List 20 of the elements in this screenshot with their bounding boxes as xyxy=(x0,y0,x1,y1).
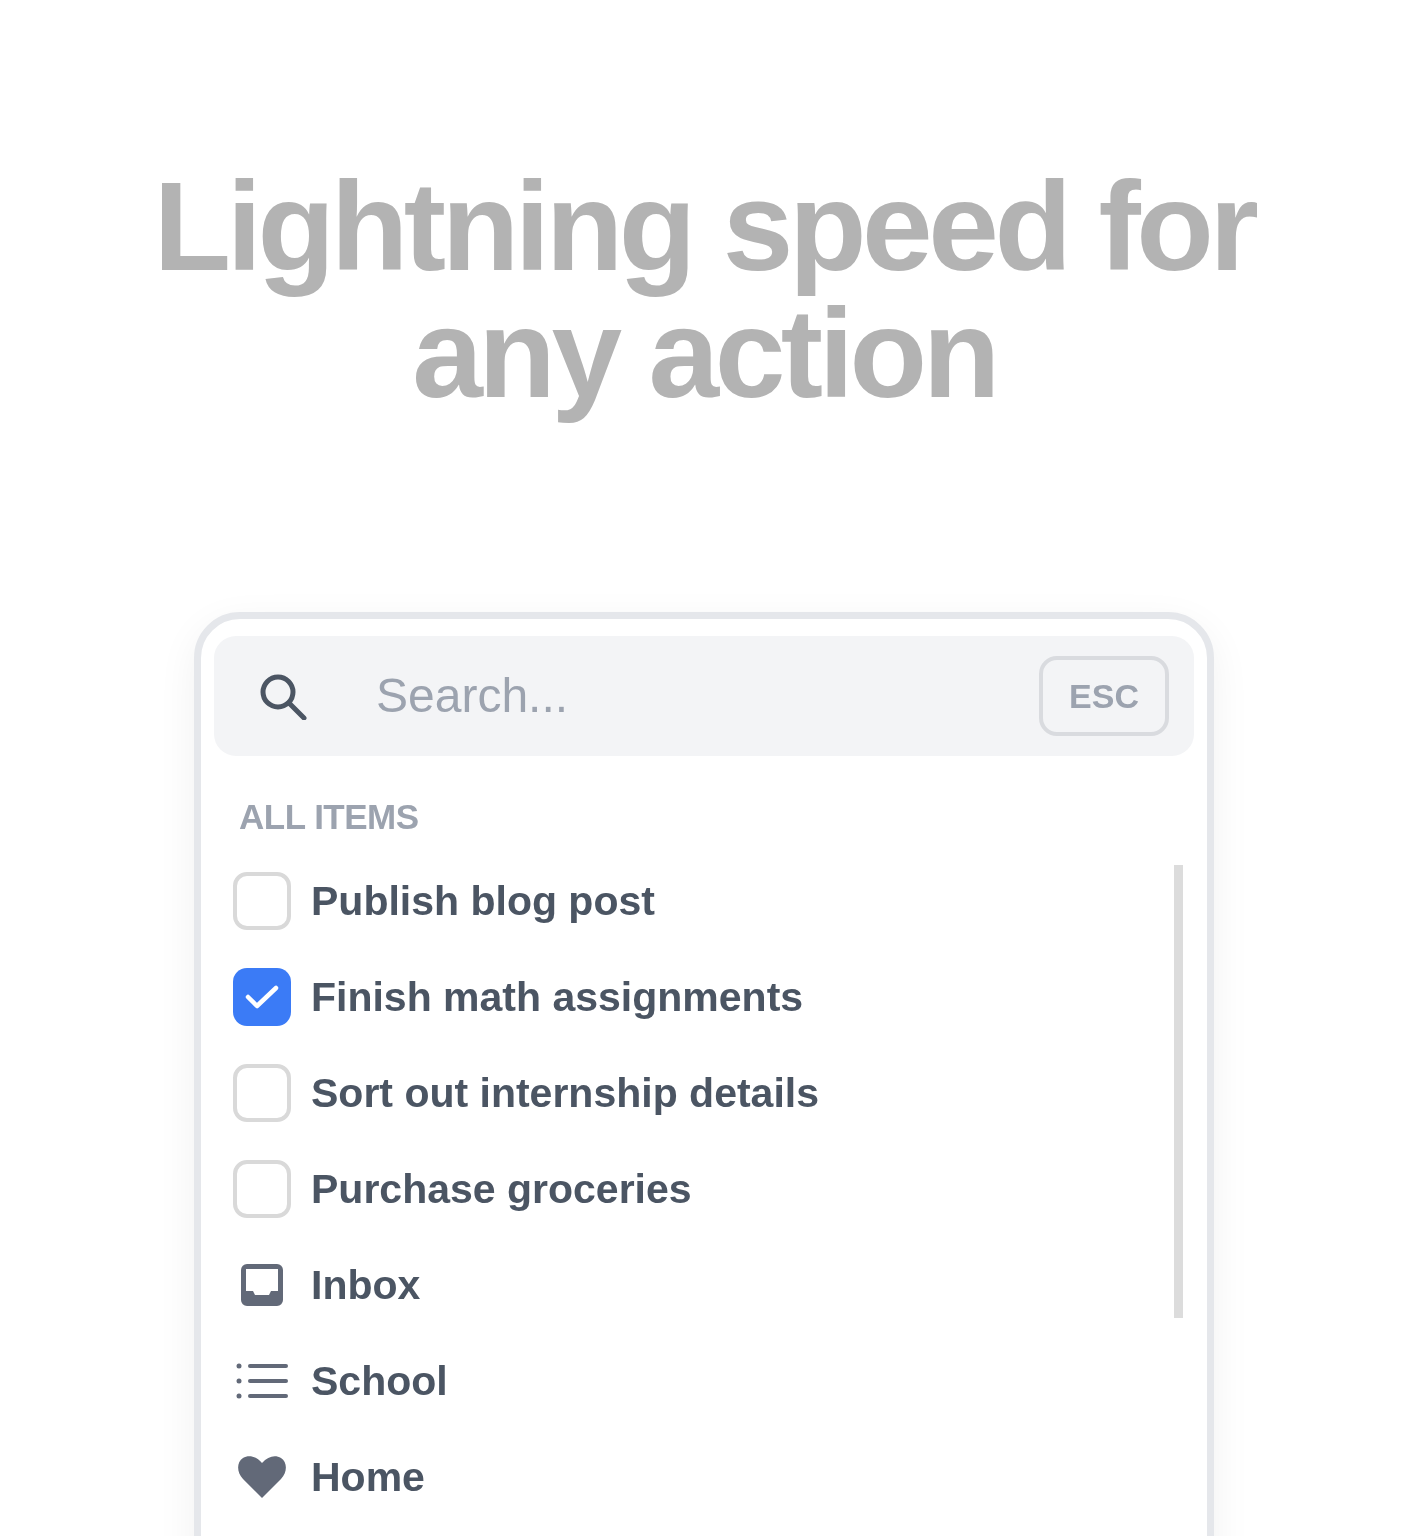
list-item-label[interactable]: Home xyxy=(311,1453,425,1501)
scrollbar[interactable] xyxy=(1174,865,1183,1318)
check-icon xyxy=(245,985,279,1009)
checkbox[interactable] xyxy=(233,1064,291,1122)
section-heading: ALL ITEMS xyxy=(239,797,420,837)
list-icon xyxy=(236,1363,288,1399)
task-label: Finish math assignments xyxy=(311,973,804,1021)
esc-key: ESC xyxy=(1039,656,1169,736)
task-label: Publish blog post xyxy=(311,877,655,925)
headline: Lightning speed for any action xyxy=(152,163,1256,426)
checkbox[interactable] xyxy=(233,968,291,1026)
list-item-label[interactable]: Inbox xyxy=(311,1261,421,1309)
list-item-label[interactable]: School xyxy=(311,1357,448,1405)
checkbox[interactable] xyxy=(233,872,291,930)
inbox-icon xyxy=(241,1264,283,1306)
task-label: Purchase groceries xyxy=(311,1165,692,1213)
search-input[interactable]: Search... xyxy=(376,666,1015,726)
heart-icon xyxy=(238,1456,286,1498)
checkbox[interactable] xyxy=(233,1160,291,1218)
task-label: Sort out internship details xyxy=(311,1069,819,1117)
